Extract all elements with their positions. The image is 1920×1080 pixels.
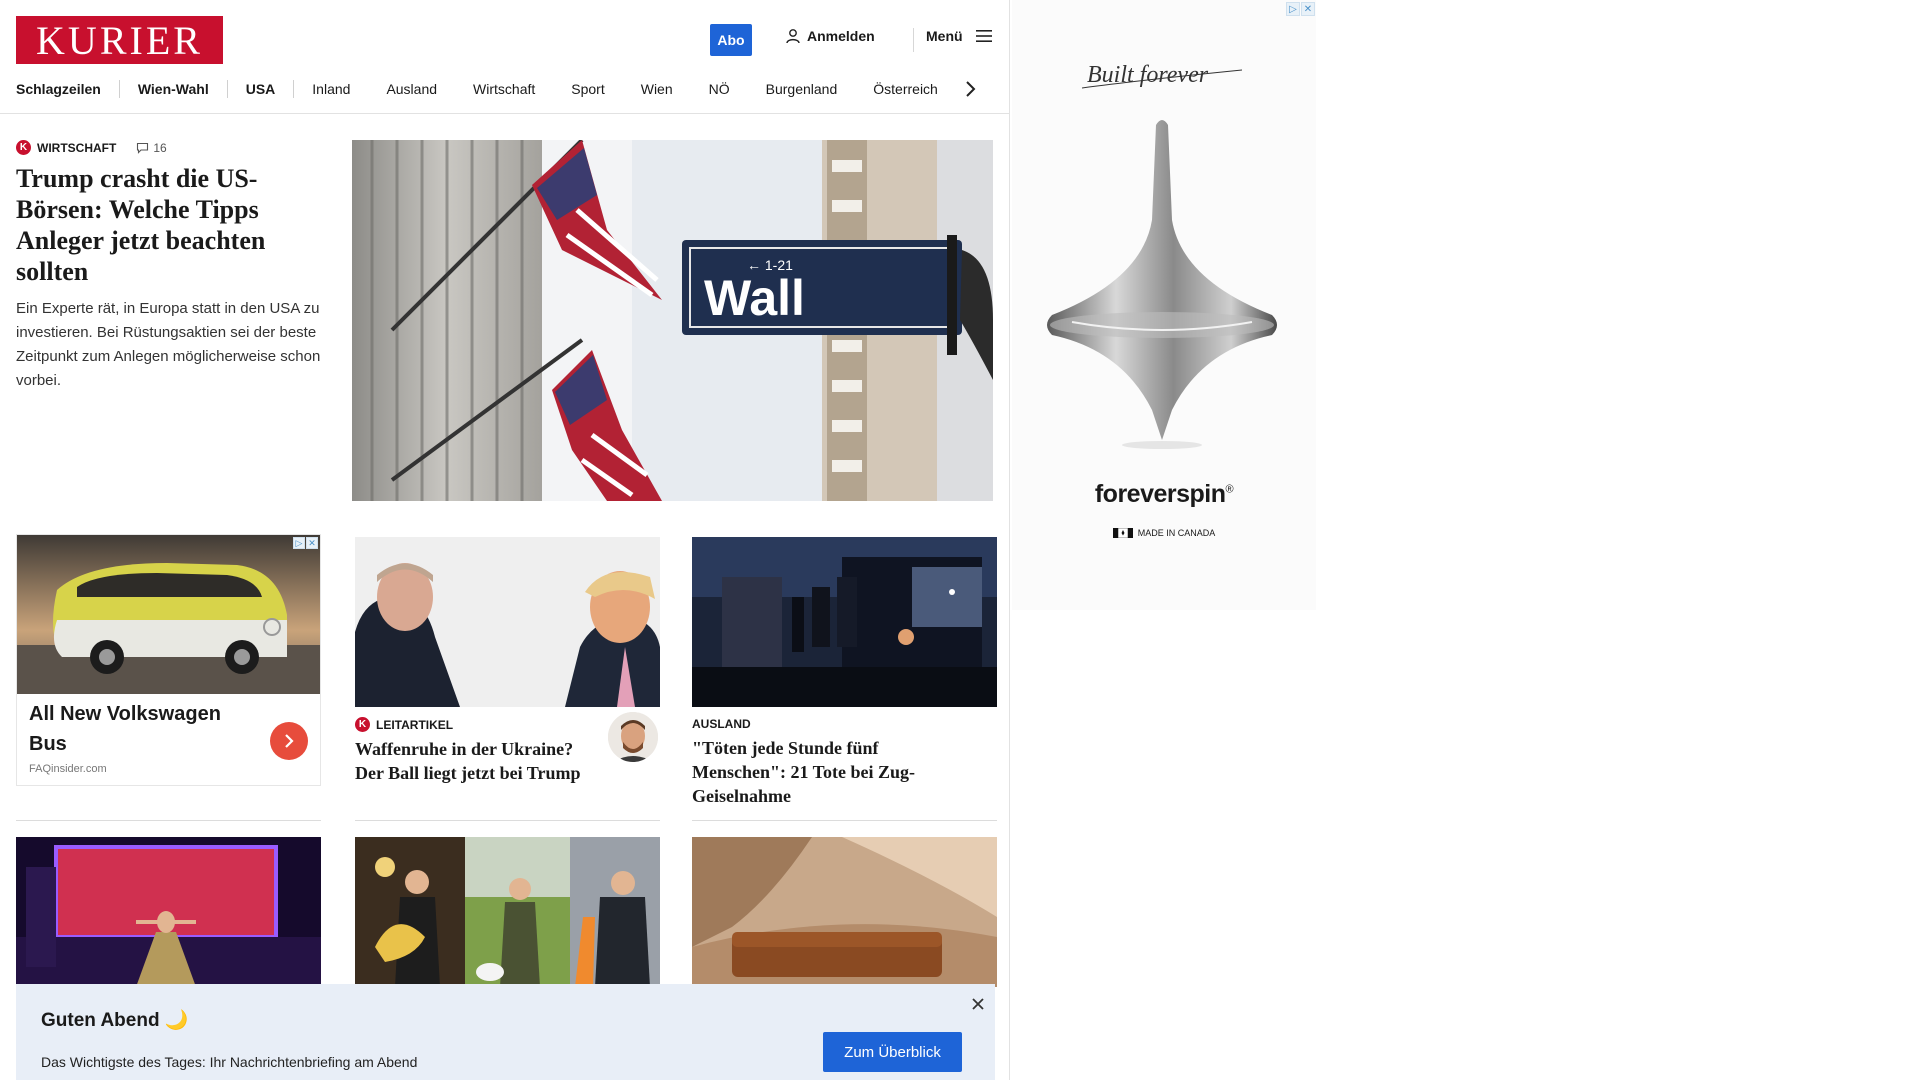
abo-button[interactable]: Abo xyxy=(710,24,752,56)
article-card-stage[interactable] xyxy=(16,837,321,987)
article-card-sofa[interactable] xyxy=(692,837,997,987)
article-card-people[interactable] xyxy=(355,837,660,987)
chevron-right-icon[interactable] xyxy=(964,80,976,98)
ad-info-icon[interactable]: ▷ xyxy=(293,537,305,549)
user-icon xyxy=(786,29,800,44)
article-image-sofa xyxy=(692,837,997,987)
article-title[interactable]: "Töten jede Stunde fünf Menschen": 21 To… xyxy=(692,736,962,808)
close-icon xyxy=(972,998,984,1010)
author-avatar[interactable] xyxy=(608,712,658,762)
comment-count[interactable]: 16 xyxy=(136,140,167,155)
banner-subtitle: Das Wichtigste des Tages: Ihr Nachrichte… xyxy=(41,1054,418,1070)
ad-choices[interactable]: ▷ ✕ xyxy=(293,537,318,549)
overview-button[interactable]: Zum Überblick xyxy=(823,1032,962,1072)
article-image-putin-trump xyxy=(355,537,660,707)
top-story-teaser: Ein Experte rät, in Europa statt in den … xyxy=(16,300,321,389)
nav-item-sport[interactable]: Sport xyxy=(553,81,622,97)
ad-go-button[interactable] xyxy=(270,722,308,760)
card-divider xyxy=(16,820,321,821)
nav-item-inland[interactable]: Inland xyxy=(294,81,368,97)
made-in-label: MADE IN CANADA xyxy=(1137,528,1216,538)
news-site: KURIER Abo Anmelden Menü Schlagzeilen Wi… xyxy=(0,0,1010,1080)
login-label: Anmelden xyxy=(807,28,875,44)
main-nav: Schlagzeilen Wien-Wahl USA Inland Auslan… xyxy=(16,74,996,104)
nav-item-wien[interactable]: Wien xyxy=(623,81,691,97)
article-image-stage xyxy=(16,837,321,987)
banner-greeting: Guten Abend 🌙 xyxy=(41,1010,189,1031)
ad-close-icon[interactable]: ✕ xyxy=(1301,2,1315,16)
kicker-label: Leitartikel xyxy=(376,717,454,732)
ad-brand-name: foreverspin® xyxy=(1012,480,1316,509)
menu-button[interactable]: Menü xyxy=(926,28,993,44)
comment-count-value: 16 xyxy=(153,140,167,155)
nav-item-noe[interactable]: NÖ xyxy=(691,81,748,97)
nav-item-burgenland[interactable]: Burgenland xyxy=(748,81,856,97)
top-story[interactable]: K Wirtschaft 16 Trump crasht die US-Börs… xyxy=(16,140,321,393)
registered-mark: ® xyxy=(1225,483,1234,496)
kurier-plus-icon: K xyxy=(355,717,370,732)
banner-close-button[interactable] xyxy=(968,994,988,1014)
nav-item-schlagzeilen[interactable]: Schlagzeilen xyxy=(16,81,119,97)
article-card-ausland[interactable]: Ausland "Töten jede Stunde fünf Menschen… xyxy=(692,537,997,808)
article-image-people xyxy=(355,837,660,987)
nav-item-wien-wahl[interactable]: Wien-Wahl xyxy=(120,81,227,97)
street-sign-small-text: ← 1-21 xyxy=(747,257,793,273)
street-sign-text: Wall xyxy=(704,270,805,326)
kurier-plus-icon: K xyxy=(16,140,31,155)
nav-item-wirtschaft[interactable]: Wirtschaft xyxy=(455,81,553,97)
header-divider xyxy=(913,28,914,52)
ad-card-volkswagen[interactable]: ▷ ✕ All New Volkswagen Bus FAQinsider.co… xyxy=(16,534,321,786)
menu-label: Menü xyxy=(926,28,963,44)
ad-source: FAQinsider.com xyxy=(29,763,107,775)
sidebar-ad-choices[interactable]: ▷ ✕ xyxy=(1286,2,1315,16)
nav-item-oesterreich[interactable]: Österreich xyxy=(855,81,956,97)
made-in-canada: MADE IN CANADA xyxy=(1012,528,1316,538)
canada-flag-icon xyxy=(1112,528,1133,538)
evening-briefing-banner: Guten Abend 🌙 Das Wichtigste des Tages: … xyxy=(16,984,995,1080)
kurier-logo[interactable]: KURIER xyxy=(16,16,223,64)
top-story-title[interactable]: Trump crasht die US-Börsen: Welche Tipps… xyxy=(16,163,321,287)
ad-info-icon[interactable]: ▷ xyxy=(1286,2,1300,16)
ad-script-text: Built forever xyxy=(1081,50,1252,105)
hamburger-icon xyxy=(975,30,992,42)
top-story-image[interactable]: Wall ← 1-21 xyxy=(352,140,993,501)
sidebar-ad-foreverspin[interactable]: Built forever foreverspin® MADE IN CANAD… xyxy=(1012,0,1316,610)
login-button[interactable]: Anmelden xyxy=(785,28,875,44)
article-kicker: Ausland xyxy=(692,717,997,731)
nav-item-usa[interactable]: USA xyxy=(228,81,294,97)
comment-icon xyxy=(137,142,149,154)
header-divider-line xyxy=(0,113,1009,114)
brand-text: foreverspin xyxy=(1094,480,1226,508)
ad-close-icon[interactable]: ✕ xyxy=(306,537,318,549)
card-divider xyxy=(692,820,997,821)
kicker-label: Wirtschaft xyxy=(37,140,117,155)
chevron-right-icon xyxy=(285,734,294,748)
ad-title[interactable]: All New Volkswagen Bus xyxy=(29,699,239,759)
wall-street-photo: Wall ← 1-21 xyxy=(352,140,993,501)
article-image-train-hostage xyxy=(692,537,997,707)
spinning-top-image xyxy=(1047,120,1277,449)
nav-item-ausland[interactable]: Ausland xyxy=(368,81,455,97)
card-divider xyxy=(355,820,660,821)
top-story-kicker: K Wirtschaft 16 xyxy=(16,140,321,155)
kicker-label: Ausland xyxy=(692,717,751,731)
ad-image: ▷ ✕ xyxy=(17,535,320,694)
article-title[interactable]: Waffenruhe in der Ukraine? Der Ball lieg… xyxy=(355,737,585,785)
